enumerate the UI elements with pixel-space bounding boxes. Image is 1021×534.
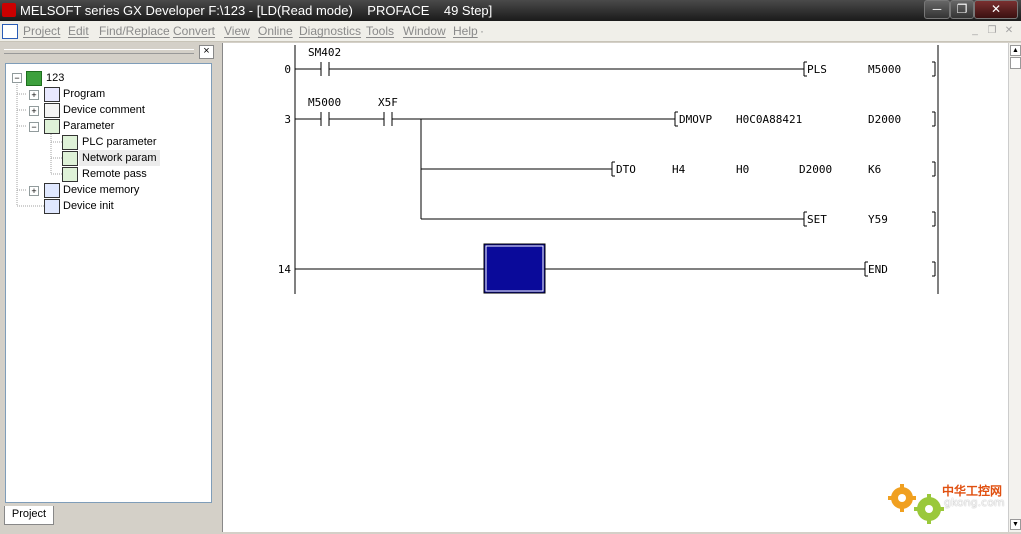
instruction-mnemonic: DTO — [616, 163, 636, 176]
step-number: 0 — [284, 63, 291, 76]
tree-item-program[interactable]: + Program — [6, 86, 206, 102]
tree-root-label: 123 — [46, 72, 65, 84]
collapse-icon[interactable]: − — [12, 73, 22, 83]
tree-item-label: PLC parameter — [82, 136, 157, 148]
contact-label: SM402 — [308, 46, 341, 59]
title-bar: MELSOFT series GX Developer F:\123 - [LD… — [0, 0, 1021, 21]
instruction-operand: H4 — [672, 163, 686, 176]
program-icon — [44, 87, 60, 102]
expand-icon[interactable]: + — [29, 90, 39, 100]
minimize-button[interactable]: ─ — [924, 0, 950, 19]
tree-item-label: Device comment — [63, 104, 145, 116]
tree-item-device-comment[interactable]: + Device comment — [6, 102, 206, 118]
project-tree: − 123 + Program + Device comment − Param… — [5, 63, 212, 503]
menu-view[interactable]: View — [224, 24, 250, 38]
instruction-mnemonic: END — [868, 263, 888, 276]
menu-bar: Project Edit Find/Replace Convert View O… — [0, 21, 1021, 42]
instruction-operand: D2000 — [868, 113, 901, 126]
tree-item-parameter[interactable]: − Parameter — [6, 118, 206, 134]
restore-button[interactable]: ❐ — [950, 0, 974, 19]
instruction-operand: H0 — [736, 163, 749, 176]
tree-item-label: Remote pass — [82, 168, 147, 180]
menu-convert[interactable]: Convert — [173, 24, 215, 38]
instruction-operand: Y59 — [868, 213, 888, 226]
tree-item-network-param[interactable]: Network param — [6, 150, 206, 166]
contact-label: M5000 — [308, 96, 341, 109]
project-icon — [26, 71, 42, 86]
watermark-domain: gkong.com — [944, 496, 1005, 509]
mdi-restore-icon[interactable]: ❐ — [986, 25, 998, 36]
contact-label: X5F — [378, 96, 398, 109]
menu-project[interactable]: Project — [23, 24, 60, 38]
tab-project[interactable]: Project — [4, 506, 54, 525]
tree-item-label: Program — [63, 88, 106, 100]
scroll-up-icon[interactable]: ▲ — [1010, 45, 1021, 56]
instruction-mnemonic: SET — [807, 213, 827, 226]
menu-find-replace[interactable]: Find/Replace — [99, 24, 170, 38]
parameter-icon — [44, 119, 60, 134]
ladder-cursor — [483, 243, 546, 294]
project-panel: × − 123 + Program + Device comment − Par… — [2, 43, 216, 532]
panel-grip[interactable] — [4, 49, 194, 54]
menu-overflow: · — [480, 24, 484, 38]
menu-diagnostics[interactable]: Diagnostics — [299, 24, 361, 38]
panel-close-button[interactable]: × — [199, 45, 214, 59]
mdi-close-icon[interactable]: ✕ — [1003, 25, 1015, 36]
instruction-operand: M5000 — [868, 63, 901, 76]
device-init-icon — [44, 199, 60, 214]
tree-item-device-memory[interactable]: + Device memory — [6, 182, 206, 198]
window-title: MELSOFT series GX Developer F:\123 - [LD… — [20, 3, 493, 18]
device-comment-icon — [44, 103, 60, 118]
ladder-diagram: 0 3 14 SM402 M5000 X5F PLS M5000 DMOVP H… — [278, 45, 939, 294]
scroll-thumb[interactable] — [1010, 57, 1021, 69]
step-number: 14 — [278, 263, 292, 276]
gkong-watermark-logo: 中华工控网 gkong.com — [884, 476, 1014, 528]
plc-parameter-icon — [62, 135, 78, 150]
expand-icon[interactable]: + — [29, 186, 39, 196]
ladder-editor[interactable]: 0 3 14 SM402 M5000 X5F PLS M5000 DMOVP H… — [222, 43, 1008, 532]
vertical-scrollbar[interactable]: ▲ ▼ — [1008, 43, 1021, 532]
network-param-icon — [62, 151, 78, 166]
tree-item-plc-parameter[interactable]: PLC parameter — [6, 134, 206, 150]
menu-online[interactable]: Online — [258, 24, 293, 38]
remote-pass-icon — [62, 167, 78, 182]
tree-item-label: Device memory — [63, 184, 140, 196]
instruction-operand: K6 — [868, 163, 881, 176]
step-number: 3 — [284, 113, 291, 126]
menu-help[interactable]: Help — [453, 24, 478, 38]
instruction-mnemonic: DMOVP — [679, 113, 712, 126]
menu-window[interactable]: Window — [403, 24, 446, 38]
instruction-mnemonic: PLS — [807, 63, 827, 76]
document-icon[interactable] — [2, 24, 18, 39]
tree-item-label: Device init — [63, 200, 114, 212]
mdi-minimize-icon[interactable]: _ — [969, 25, 981, 36]
collapse-icon[interactable]: − — [29, 122, 39, 132]
tree-item-device-init[interactable]: Device init — [6, 198, 206, 214]
tree-item-label: Network param — [79, 150, 160, 166]
tree-item-remote-pass[interactable]: Remote pass — [6, 166, 206, 182]
device-memory-icon — [44, 183, 60, 198]
tree-root[interactable]: − 123 — [6, 70, 206, 86]
menu-tools[interactable]: Tools — [366, 24, 394, 38]
instruction-operand: H0C0A88421 — [736, 113, 802, 126]
menu-edit[interactable]: Edit — [68, 24, 89, 38]
tree-item-label: Parameter — [63, 120, 115, 132]
close-button[interactable]: ✕ — [974, 0, 1018, 19]
app-icon — [2, 3, 16, 17]
expand-icon[interactable]: + — [29, 106, 39, 116]
instruction-operand: D2000 — [799, 163, 832, 176]
